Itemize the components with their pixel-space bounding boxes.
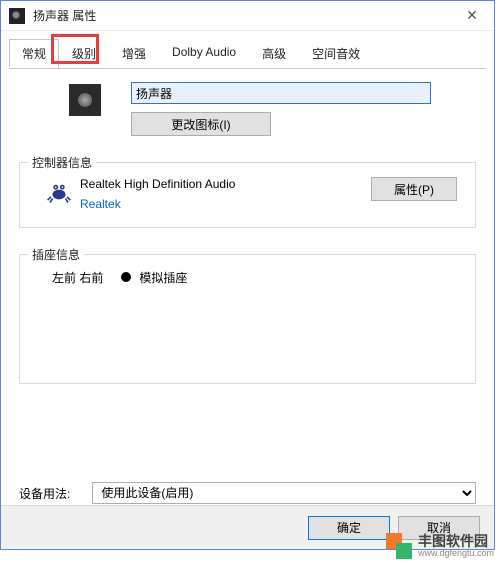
watermark-url: www.dgfengtu.com bbox=[418, 548, 494, 558]
close-button[interactable]: ✕ bbox=[450, 2, 494, 30]
window-title: 扬声器 属性 bbox=[33, 7, 450, 24]
jack-info-group: 插座信息 左前 右前 模拟插座 bbox=[19, 254, 476, 384]
device-name-input[interactable] bbox=[131, 82, 431, 104]
tab-panel-general: 更改图标(I) 控制器信息 Realtek High Definition Au… bbox=[1, 68, 494, 518]
jack-group-label: 插座信息 bbox=[28, 246, 84, 263]
tab-dolby[interactable]: Dolby Audio bbox=[159, 39, 249, 68]
tab-general[interactable]: 常规 bbox=[9, 39, 59, 68]
tab-enhancements[interactable]: 增强 bbox=[109, 39, 159, 68]
watermark: 丰图软件园 www.dgfengtu.com bbox=[386, 529, 500, 563]
tab-spatial[interactable]: 空间音效 bbox=[299, 39, 373, 68]
jack-type: 模拟插座 bbox=[139, 271, 187, 285]
watermark-brand: 丰图软件园 bbox=[418, 534, 494, 548]
device-icon bbox=[69, 84, 101, 116]
speaker-app-icon bbox=[9, 8, 25, 24]
dialog-window: 扬声器 属性 ✕ 常规 级别 增强 Dolby Audio 高级 空间音效 更改… bbox=[0, 0, 495, 550]
controller-vendor-link[interactable]: Realtek bbox=[80, 197, 371, 211]
controller-group-label: 控制器信息 bbox=[28, 154, 96, 171]
tab-levels[interactable]: 级别 bbox=[59, 39, 109, 68]
watermark-logo-icon bbox=[386, 533, 412, 559]
controller-properties-button[interactable]: 属性(P) bbox=[371, 177, 457, 201]
device-usage-row: 设备用法: 使用此设备(启用) bbox=[19, 482, 476, 504]
jack-color-dot bbox=[121, 272, 131, 282]
device-usage-select[interactable]: 使用此设备(启用) bbox=[92, 482, 476, 504]
controller-info-group: 控制器信息 Realtek High Definition Audio Real… bbox=[19, 162, 476, 228]
tab-strip: 常规 级别 增强 Dolby Audio 高级 空间音效 bbox=[1, 31, 494, 68]
titlebar: 扬声器 属性 ✕ bbox=[1, 1, 494, 31]
tab-advanced[interactable]: 高级 bbox=[249, 39, 299, 68]
jack-location: 左前 右前 bbox=[52, 269, 103, 286]
device-usage-label: 设备用法: bbox=[19, 485, 70, 502]
realtek-crab-icon bbox=[46, 179, 72, 205]
controller-name: Realtek High Definition Audio bbox=[80, 177, 371, 191]
ok-button[interactable]: 确定 bbox=[308, 516, 390, 540]
change-icon-button[interactable]: 更改图标(I) bbox=[131, 112, 271, 136]
